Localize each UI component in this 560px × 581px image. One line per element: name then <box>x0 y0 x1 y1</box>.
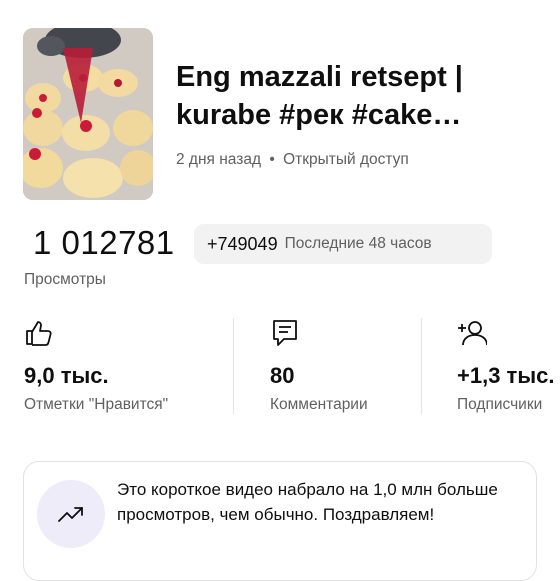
stat-comments: 80 Комментарии <box>270 318 368 413</box>
insight-icon-circle <box>37 480 105 548</box>
views-count: 1 012781 <box>33 224 175 261</box>
thumbs-up-icon <box>26 321 52 346</box>
comments-value: 80 <box>270 363 295 388</box>
insight-card: Это короткое видео набрало на 1,0 млн бо… <box>23 461 537 581</box>
views-delta: +749049 <box>207 233 278 254</box>
video-title-line-2: kurabe #рек #cake… <box>176 99 462 131</box>
insight-text: Это короткое видео набрало на 1,0 млн бо… <box>117 480 498 524</box>
trending-up-icon <box>58 507 83 522</box>
views-delta-period: Последние 48 часов <box>284 235 432 252</box>
likes-label: Отметки "Нравится" <box>24 396 169 413</box>
meta-separator: • <box>269 151 275 168</box>
stat-likes: 9,0 тыс. Отметки "Нравится" <box>24 318 168 413</box>
likes-value: 9,0 тыс. <box>24 363 109 388</box>
video-thumbnail[interactable] <box>23 28 153 200</box>
stat-divider <box>421 318 422 414</box>
comment-icon <box>273 320 297 346</box>
visibility-status: Открытый доступ <box>283 151 409 168</box>
views-label: Просмотры <box>24 271 106 288</box>
comments-label: Комментарии <box>270 396 368 413</box>
stat-divider <box>233 318 234 414</box>
video-title[interactable]: Eng mazzali retsept | kurabe #рек #cake… <box>176 58 546 134</box>
thumbnail-image <box>23 28 153 200</box>
views-delta-chip: +749049 Последние 48 часов <box>194 224 492 264</box>
subscribers-value: +1,3 тыс. <box>457 363 555 388</box>
published-age: 2 дня назад <box>176 151 262 168</box>
video-title-line-1: Eng mazzali retsept | <box>176 61 463 93</box>
stat-subscribers: +1,3 тыс. Подписчики <box>457 318 554 413</box>
add-subscriber-icon <box>458 321 487 346</box>
video-meta: 2 дня назад • Открытый доступ <box>176 151 409 169</box>
subscribers-label: Подписчики <box>457 396 543 413</box>
